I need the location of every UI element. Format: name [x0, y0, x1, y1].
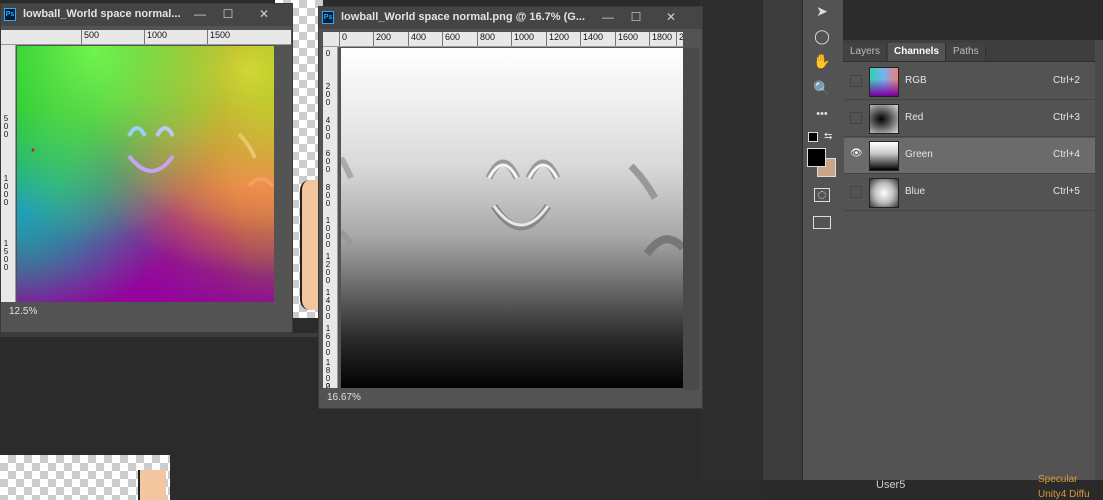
close-icon[interactable]: ✕: [657, 9, 685, 26]
channel-shortcut: Ctrl+5: [1053, 186, 1080, 197]
ruler-tick: 1600: [615, 32, 638, 46]
ruler-tick: 200: [373, 32, 391, 46]
vertical-ruler: 0 2 0 0 4 0 0 6 0 0 8 0 0 1 0 0 0 1 2 0 …: [323, 47, 338, 392]
ellipse-tool-icon[interactable]: ◯: [805, 25, 839, 47]
face-emboss-shapes: [341, 156, 683, 257]
window-2-titlebar[interactable]: Ps lowball_World space normal.png @ 16.7…: [319, 7, 702, 29]
screen-mode-icon[interactable]: [813, 216, 831, 229]
swap-colors-icon[interactable]: ⇆: [824, 131, 832, 142]
document-window-2[interactable]: Ps lowball_World space normal.png @ 16.7…: [318, 6, 703, 409]
window-1-title: lowball_World space normal...: [23, 8, 181, 20]
ruler-tick: 0: [339, 32, 347, 46]
window-2-title: lowball_World space normal.png @ 16.7% (…: [341, 11, 586, 23]
channel-shortcut: Ctrl+2: [1053, 75, 1080, 86]
ruler-tick: 1400: [580, 32, 603, 46]
ruler-tick: 1000: [144, 30, 167, 44]
canvas-transparency-strip-mid: [700, 0, 762, 480]
restore-icon[interactable]: ☐: [214, 6, 242, 23]
visibility-toggle[interactable]: [850, 186, 862, 198]
horizontal-ruler: 0 200 400 600 800 1000 1200 1400 1600 18…: [323, 32, 683, 47]
channel-row-rgb[interactable]: RGB Ctrl+2: [844, 64, 1096, 100]
channel-shortcut: Ctrl+4: [1053, 149, 1080, 160]
tab-layers[interactable]: Layers: [844, 43, 888, 61]
zoom-level[interactable]: 12.5%: [9, 306, 37, 317]
vertical-scrollbar[interactable]: [683, 48, 699, 390]
ruler-label: 5 0 0: [3, 114, 9, 139]
ruler-label: 4 0 0: [325, 116, 331, 141]
channel-thumbnail: [869, 141, 899, 171]
channel-thumbnail: [869, 178, 899, 208]
default-colors-icon[interactable]: [808, 132, 818, 142]
photoshop-doc-icon: Ps: [4, 8, 16, 21]
quick-mask-icon[interactable]: [814, 188, 830, 202]
visibility-toggle[interactable]: [850, 75, 862, 87]
ruler-tick: 600: [442, 32, 460, 46]
channel-row-red[interactable]: Red Ctrl+3: [844, 101, 1096, 137]
minimize-icon[interactable]: —: [594, 9, 622, 26]
ruler-label: 1 5 0 0: [3, 239, 9, 272]
channel-name: RGB: [905, 75, 927, 86]
photoshop-doc-icon: Ps: [322, 11, 334, 24]
ruler-label: 2 0 0: [325, 82, 331, 107]
window-1-statusbar: 12.5%: [1, 302, 291, 322]
ruler-tick: 1200: [546, 32, 569, 46]
ruler-label: 1 0 0 0: [3, 174, 9, 207]
channel-name: Red: [905, 112, 924, 123]
tab-paths[interactable]: Paths: [947, 43, 986, 61]
visibility-toggle[interactable]: [850, 112, 862, 124]
shader-label: Unity4 Diffu: [1038, 489, 1090, 500]
channel-row-green[interactable]: 👁 Green Ctrl+4: [844, 138, 1096, 174]
ruler-label: 8 0 0: [325, 183, 331, 208]
ruler-tick: 500: [81, 30, 99, 44]
horizontal-ruler: 500 1000 1500: [1, 30, 291, 45]
character-foot-shape: [138, 470, 166, 500]
channel-thumbnail: [869, 67, 899, 97]
ruler-tick: 400: [408, 32, 426, 46]
document-window-1[interactable]: Ps lowball_World space normal... — ☐ ✕ 5…: [0, 3, 293, 333]
restore-icon[interactable]: ☐: [622, 9, 650, 26]
normal-map-image[interactable]: [17, 46, 274, 302]
hand-tool-icon[interactable]: ✋: [805, 50, 839, 72]
layer-label[interactable]: User5: [876, 479, 905, 491]
ruler-tick: 1500: [207, 30, 230, 44]
move-tool-icon[interactable]: ➤: [805, 0, 839, 22]
foreground-color-swatch[interactable]: [807, 148, 826, 167]
ruler-tick: 2: [676, 32, 683, 46]
channel-name: Green: [905, 149, 933, 160]
tools-panel: [762, 0, 803, 480]
zoom-tool-icon[interactable]: 🔍: [805, 77, 839, 99]
close-icon[interactable]: ✕: [250, 6, 278, 23]
face-emboss-shapes: [31, 126, 274, 188]
window-2-statusbar: 16.67%: [319, 388, 702, 408]
minimize-icon[interactable]: —: [186, 6, 214, 23]
tools-panel-column: [802, 0, 843, 480]
shader-label: Specular: [1038, 474, 1078, 485]
green-channel-image[interactable]: [341, 48, 683, 390]
channel-row-blue[interactable]: Blue Ctrl+5: [844, 175, 1096, 211]
window-1-titlebar[interactable]: Ps lowball_World space normal... — ☐ ✕: [1, 4, 292, 26]
ruler-label: 0: [325, 49, 331, 58]
ruler-label: 1 2 0 0: [325, 252, 331, 285]
channel-name: Blue: [905, 186, 926, 197]
ruler-tick: 1800: [649, 32, 672, 46]
more-tools-icon[interactable]: •••: [805, 103, 839, 125]
ruler-tick: 800: [477, 32, 495, 46]
workspace-divider: [0, 333, 320, 337]
eye-icon[interactable]: 👁: [850, 149, 863, 161]
tab-channels[interactable]: Channels: [888, 43, 947, 61]
ruler-tick: 1000: [511, 32, 534, 46]
panel-right-edge: [1095, 40, 1103, 480]
ruler-label: 1 4 0 0: [325, 288, 331, 321]
channel-shortcut: Ctrl+3: [1053, 112, 1080, 123]
zoom-level[interactable]: 16.67%: [327, 392, 361, 403]
channel-thumbnail: [869, 104, 899, 134]
vertical-ruler: 5 0 0 1 0 0 0 1 5 0 0: [1, 45, 16, 307]
ruler-label: 6 0 0: [325, 149, 331, 174]
ruler-label: 1 6 0 0: [325, 324, 331, 357]
ruler-label: 1 0 0 0: [325, 216, 331, 249]
